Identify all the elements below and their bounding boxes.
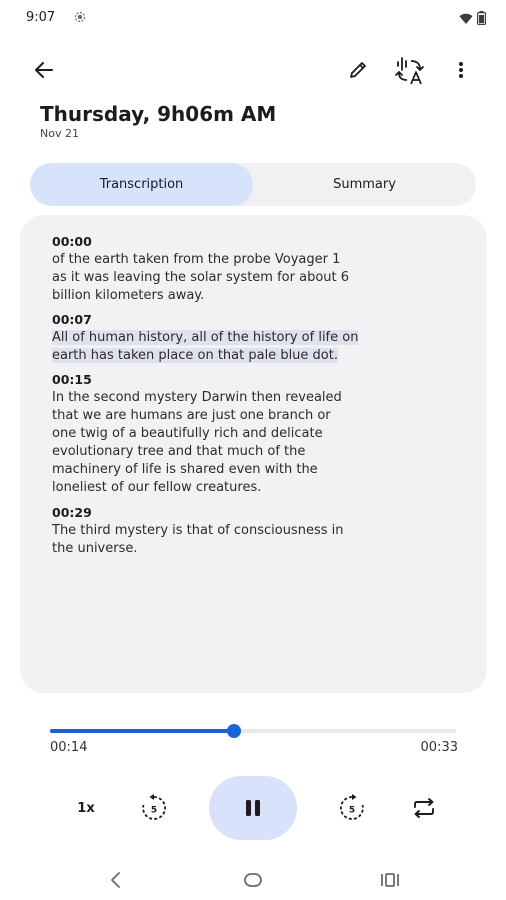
progress-fill — [50, 729, 235, 733]
wifi-icon — [459, 10, 473, 29]
tab-transcription[interactable]: Transcription — [30, 163, 253, 206]
segment-line: that we are humans are just one branch o… — [52, 408, 331, 423]
recording-date: Nov 21 — [40, 127, 79, 140]
speed-button[interactable]: 1x — [66, 792, 106, 824]
segment-timestamp: 00:07 — [52, 312, 92, 327]
transcript-segment[interactable]: 00:15 In the second mystery Darwin then … — [52, 371, 462, 497]
total-time: 00:33 — [420, 740, 458, 755]
rewind-seconds: 5 — [151, 806, 157, 816]
forward-5-button[interactable]: 5 — [332, 788, 372, 828]
segment-line: billion kilometers away. — [52, 288, 205, 303]
segment-line: evolutionary tree and that much of the — [52, 444, 306, 459]
segment-line: of the earth taken from the probe Voyage… — [52, 252, 341, 267]
segment-line: machinery of life is shared even with th… — [52, 462, 318, 477]
segment-line: The third mystery is that of consciousne… — [52, 523, 344, 538]
pause-icon — [246, 800, 260, 816]
page-title: Thursday, 9h06m AM — [40, 102, 277, 126]
segment-timestamp: 00:15 — [52, 372, 92, 387]
segment-line: All of human history, all of the history… — [52, 330, 359, 345]
transcript-card: 00:00 of the earth taken from the probe … — [20, 215, 487, 693]
segment-line: the universe. — [52, 541, 138, 556]
playback-progress-slider[interactable] — [50, 724, 456, 738]
system-nav-bar — [0, 858, 506, 900]
segment-text-highlighted: All of human history, all of the history… — [52, 329, 462, 365]
segment-timestamp: 00:29 — [52, 505, 92, 520]
tab-summary[interactable]: Summary — [253, 163, 476, 206]
transcript-segment-active[interactable]: 00:07 All of human history, all of the h… — [52, 311, 462, 365]
translate-icon[interactable] — [390, 50, 430, 90]
top-app-bar — [0, 48, 506, 92]
segment-timestamp: 00:00 — [52, 234, 92, 249]
pause-button[interactable] — [209, 776, 297, 840]
edit-pencil-icon[interactable] — [338, 50, 378, 90]
status-icons — [459, 10, 487, 29]
repeat-button[interactable] — [404, 788, 444, 828]
segment-line: earth has taken place on that pale blue … — [52, 348, 338, 363]
segment-line: In the second mystery Darwin then reveal… — [52, 390, 342, 405]
segment-line: loneliest of our fellow creatures. — [52, 480, 262, 495]
segment-line: one twig of a beautifully rich and delic… — [52, 426, 323, 441]
segment-text: The third mystery is that of consciousne… — [52, 522, 462, 558]
nav-recents-icon[interactable] — [374, 864, 406, 896]
forward-seconds: 5 — [349, 806, 355, 816]
transcript-segment[interactable]: 00:00 of the earth taken from the probe … — [52, 233, 462, 305]
back-arrow-icon[interactable] — [24, 50, 64, 90]
transcript-segment[interactable]: 00:29 The third mystery is that of consc… — [52, 504, 462, 558]
settings-dot-icon — [74, 11, 86, 26]
elapsed-time: 00:14 — [50, 740, 88, 755]
status-bar: 9:07 — [0, 0, 506, 36]
rewind-5-button[interactable]: 5 — [134, 788, 174, 828]
segment-line: as it was leaving the solar system for a… — [52, 270, 350, 285]
repeat-icon — [414, 798, 434, 818]
more-vert-icon[interactable] — [441, 50, 481, 90]
tab-bar: Transcription Summary — [30, 163, 476, 206]
playback-controls: 1x 5 5 — [0, 776, 506, 840]
segment-text: In the second mystery Darwin then reveal… — [52, 389, 462, 497]
segment-text: of the earth taken from the probe Voyage… — [52, 251, 462, 305]
battery-icon — [477, 10, 487, 29]
forward-5-icon: 5 — [340, 794, 364, 820]
replay-5-icon: 5 — [142, 794, 166, 820]
nav-home-icon[interactable] — [237, 864, 269, 896]
progress-thumb[interactable] — [227, 724, 242, 738]
nav-back-icon[interactable] — [100, 864, 132, 896]
status-time: 9:07 — [26, 10, 56, 25]
